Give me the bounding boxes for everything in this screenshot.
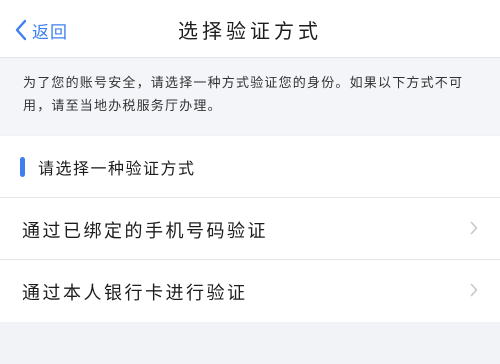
verify-by-phone-option[interactable]: 通过已绑定的手机号码验证 (0, 198, 500, 260)
chevron-right-icon (470, 283, 478, 297)
page-title: 选择验证方式 (178, 19, 322, 43)
verify-by-bank-card-option[interactable]: 通过本人银行卡进行验证 (0, 260, 500, 322)
section-title: 请选择一种验证方式 (38, 159, 196, 178)
section-header: 请选择一种验证方式 (0, 136, 500, 198)
page: 返回 选择验证方式 为了您的账号安全，请选择一种方式验证您的身份。如果以下方式不… (0, 0, 500, 364)
security-notice: 为了您的账号安全，请选择一种方式验证您的身份。如果以下方式不可用，请至当地办税服… (0, 58, 500, 134)
option-label: 通过已绑定的手机号码验证 (22, 221, 268, 242)
option-label: 通过本人银行卡进行验证 (22, 283, 248, 304)
navigation-bar: 返回 选择验证方式 (0, 0, 500, 58)
chevron-right-icon (470, 221, 478, 235)
section-accent-bar (20, 157, 25, 177)
